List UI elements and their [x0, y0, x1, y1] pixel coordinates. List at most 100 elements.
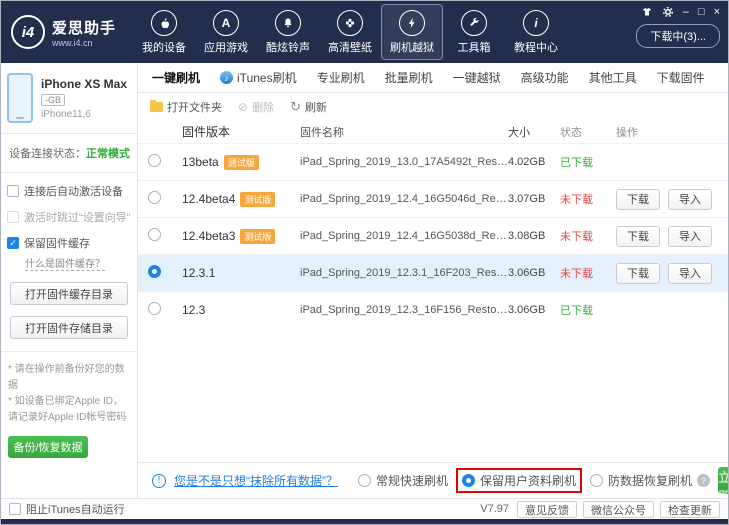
wechat-official-button[interactable]: 微信公众号 — [583, 501, 654, 518]
flash-now-button[interactable]: 立即刷机 — [718, 467, 729, 494]
connection-status-value: 正常模式 — [86, 148, 130, 160]
download-button[interactable]: 下载 — [616, 263, 660, 284]
import-button[interactable]: 导入 — [668, 263, 712, 284]
header-name: 固件名称 — [300, 124, 508, 140]
radio-label: 常规快速刷机 — [376, 472, 448, 489]
delete-icon: ⊘ — [238, 100, 248, 114]
tab-itunes-flash[interactable]: ♪iTunes刷机 — [210, 63, 307, 92]
anti-recovery-flash-radio[interactable]: 防数据恢复刷机 — [590, 472, 692, 489]
keep-firmware-cache-checkbox[interactable]: ✓ 保留固件缓存 — [7, 235, 131, 251]
row-radio[interactable] — [148, 302, 161, 315]
nav-item-flash-jailbreak[interactable]: 刷机越狱 — [381, 4, 443, 60]
tab-label: iTunes刷机 — [237, 69, 297, 86]
normal-flash-radio[interactable]: 常规快速刷机 — [358, 472, 448, 489]
open-cache-dir-button[interactable]: 打开固件缓存目录 — [10, 282, 128, 305]
downloading-button[interactable]: 下载中(3)... — [636, 24, 720, 48]
firmware-row-selected[interactable]: 12.3.1 iPad_Spring_2019_12.3.1_16F203_Re… — [138, 254, 728, 291]
tab-label: 其他工具 — [589, 69, 637, 86]
radio-icon — [590, 474, 603, 487]
keep-userdata-flash-radio[interactable]: 保留用户资料刷机 — [462, 472, 576, 489]
tab-download-firmware[interactable]: 下载固件 — [647, 63, 715, 92]
tab-batch-flash[interactable]: 批量刷机 — [375, 63, 443, 92]
tab-label: 一键越狱 — [453, 69, 501, 86]
row-radio[interactable] — [148, 228, 161, 241]
tab-bar: 一键刷机 ♪iTunes刷机 专业刷机 批量刷机 一键越狱 高级功能 其他工具 … — [138, 63, 728, 93]
firmware-size: 3.07GB — [508, 193, 560, 205]
beta-badge: 测试版 — [224, 155, 259, 170]
checkbox-label: 激活时跳过“设置向导” — [24, 209, 130, 225]
close-button[interactable]: × — [714, 7, 720, 18]
tab-label: 批量刷机 — [385, 69, 433, 86]
nav-item-wallpapers[interactable]: 高清壁纸 — [319, 4, 381, 60]
info-icon: i — [523, 10, 549, 36]
refresh-button[interactable]: ↻刷新 — [290, 99, 327, 115]
backup-restore-button[interactable]: 备份/恢复数据 — [8, 436, 88, 458]
feedback-button[interactable]: 意见反馈 — [517, 501, 577, 518]
open-storage-dir-button[interactable]: 打开固件存储目录 — [10, 316, 128, 339]
open-folder-button[interactable]: 打开文件夹 — [150, 99, 222, 115]
tab-one-key-jailbreak[interactable]: 一键越狱 — [443, 63, 511, 92]
app-title: 爱思助手 — [52, 17, 116, 38]
row-radio[interactable] — [148, 154, 161, 167]
firmware-status: 未下载 — [560, 191, 616, 207]
firmware-row[interactable]: 12.4beta3测试版 iPad_Spring_2019_12.4_16G50… — [138, 217, 728, 254]
block-itunes-checkbox[interactable]: ✓ 阻止iTunes自动运行 — [9, 501, 125, 517]
header-status: 状态 — [560, 124, 616, 140]
tab-label: 高级功能 — [521, 69, 569, 86]
tab-other-tools[interactable]: 其他工具 — [579, 63, 647, 92]
nav-item-my-devices[interactable]: 我的设备 — [133, 4, 195, 60]
row-radio-checked[interactable] — [148, 265, 161, 278]
bell-icon — [275, 10, 301, 36]
minimize-button[interactable]: – — [683, 7, 689, 18]
theme-icon[interactable] — [641, 6, 653, 18]
nav-item-tutorials[interactable]: i 教程中心 — [505, 4, 567, 60]
device-model: iPhone11,6 — [41, 109, 127, 120]
auto-activate-checkbox[interactable]: ✓ 连接后自动激活设备 — [7, 183, 131, 199]
tab-pro-flash[interactable]: 专业刷机 — [307, 63, 375, 92]
firmware-name: iPad_Spring_2019_12.3_16F156_Restore.ips… — [300, 304, 508, 316]
app-url: www.i4.cn — [52, 38, 116, 48]
lightning-icon — [399, 10, 425, 36]
tab-label: 专业刷机 — [317, 69, 365, 86]
radio-checked-icon — [462, 474, 475, 487]
nav-item-toolbox[interactable]: 工具箱 — [443, 4, 505, 60]
checkbox-label: 连接后自动激活设备 — [24, 183, 123, 199]
firmware-row[interactable]: 12.3 iPad_Spring_2019_12.3_16F156_Restor… — [138, 291, 728, 328]
row-radio[interactable] — [148, 191, 161, 204]
table-header: 固件版本 固件名称 大小 状态 操作 — [138, 120, 728, 143]
nav-item-ringtones[interactable]: 酷炫铃声 — [257, 4, 319, 60]
import-button[interactable]: 导入 — [668, 189, 712, 210]
status-bar: ✓ 阻止iTunes自动运行 V7.97 意见反馈 微信公众号 检查更新 — [1, 498, 728, 519]
firmware-row[interactable]: 13beta测试版 iPad_Spring_2019_13.0_17A5492t… — [138, 143, 728, 180]
statusbar-right: V7.97 意见反馈 微信公众号 检查更新 — [480, 501, 720, 518]
check-update-button[interactable]: 检查更新 — [660, 501, 720, 518]
sidebar-notes: * 请在操作前备份好您的数据 * 如设备已绑定Apple ID，请记录好Appl… — [1, 351, 137, 426]
radio-label: 防数据恢复刷机 — [608, 472, 692, 489]
appstore-icon: A — [213, 10, 239, 36]
content-area: iPhone XS Max -GB iPhone11,6 设备连接状态：正常模式… — [1, 63, 728, 498]
erase-data-link[interactable]: 您是不是只想“抹除所有数据”？ — [174, 472, 338, 489]
firmware-status: 已下载 — [560, 154, 616, 170]
delete-button: ⊘删除 — [238, 99, 274, 115]
download-button[interactable]: 下载 — [616, 226, 660, 247]
what-is-cache-link[interactable]: 什么是固件缓存？ — [25, 255, 105, 271]
firmware-size: 3.06GB — [508, 267, 560, 279]
checkbox-box-icon: ✓ — [7, 237, 19, 249]
maximize-button[interactable]: □ — [698, 7, 705, 18]
nav-item-apps-games[interactable]: A 应用游戏 — [195, 4, 257, 60]
header-action: 操作 — [616, 124, 720, 140]
radio-label: 保留用户资料刷机 — [480, 472, 576, 489]
tab-advanced-features[interactable]: 高级功能 — [511, 63, 579, 92]
settings-gear-icon[interactable] — [662, 6, 674, 18]
firmware-row[interactable]: 12.4beta4测试版 iPad_Spring_2019_12.4_16G50… — [138, 180, 728, 217]
tab-one-key-flash[interactable]: 一键刷机 — [142, 63, 210, 92]
import-button[interactable]: 导入 — [668, 226, 712, 247]
help-icon[interactable]: ? — [697, 474, 710, 487]
connection-status: 设备连接状态：正常模式 — [1, 134, 137, 173]
download-button[interactable]: 下载 — [616, 189, 660, 210]
row-actions: 下载 导入 — [616, 189, 720, 210]
connection-status-label: 设备连接状态： — [9, 148, 86, 160]
row-actions: 下载 导入 — [616, 226, 720, 247]
nav-label: 应用游戏 — [204, 39, 248, 55]
skip-setup-checkbox: ✓ 激活时跳过“设置向导” — [7, 209, 131, 225]
